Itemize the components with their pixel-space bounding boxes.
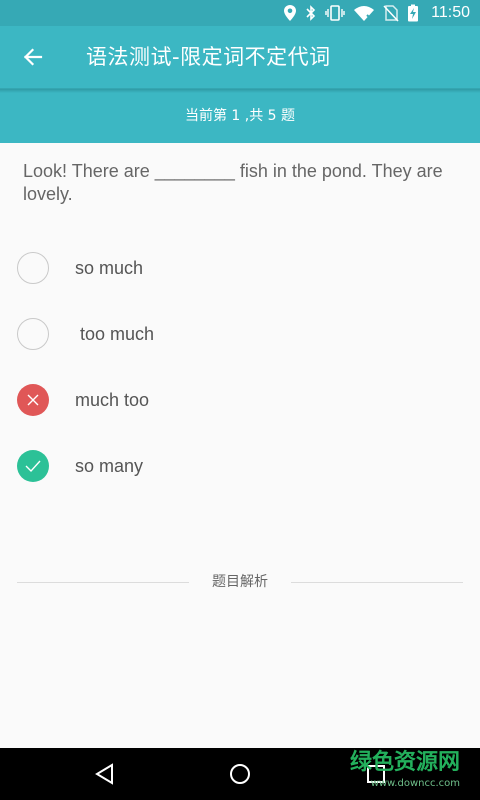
wrong-answer-icon[interactable] bbox=[17, 384, 49, 416]
option-2[interactable]: too much bbox=[17, 314, 463, 354]
no-sim-icon bbox=[383, 5, 399, 22]
back-button[interactable] bbox=[14, 38, 52, 76]
watermark-logo: 绿色资源网 www.downcc.com bbox=[350, 748, 460, 800]
progress-bar: 当前第 1 ,共 5 题 bbox=[0, 88, 480, 143]
bluetooth-icon bbox=[306, 5, 316, 21]
option-label: so much bbox=[75, 257, 144, 278]
navigation-bar: 绿色资源网 www.downcc.com bbox=[0, 748, 480, 800]
app-bar: 语法测试-限定词不定代词 bbox=[0, 26, 480, 88]
status-time: 11:50 bbox=[431, 4, 470, 21]
page-title: 语法测试-限定词不定代词 bbox=[86, 45, 331, 69]
question-text: Look! There are ________ fish in the pon… bbox=[23, 161, 443, 204]
vibrate-icon bbox=[325, 5, 345, 21]
arrow-left-icon bbox=[23, 48, 43, 66]
location-icon bbox=[284, 5, 297, 21]
divider-right bbox=[291, 582, 463, 583]
status-bar: 11:50 bbox=[0, 0, 480, 26]
checkmark-icon bbox=[25, 460, 41, 473]
option-3[interactable]: much too bbox=[17, 380, 463, 420]
battery-charging-icon bbox=[408, 4, 419, 22]
option-1[interactable]: so much bbox=[17, 248, 463, 288]
progress-text: 当前第 1 ,共 5 题 bbox=[184, 108, 296, 124]
nav-back-icon[interactable] bbox=[93, 762, 117, 786]
cross-icon bbox=[27, 394, 39, 406]
status-icons: 11:50 bbox=[283, 0, 470, 26]
option-label: much too bbox=[75, 389, 150, 410]
option-4[interactable]: so many bbox=[17, 446, 463, 486]
option-label: too much bbox=[75, 323, 155, 344]
radio-empty-icon[interactable] bbox=[17, 318, 49, 350]
radio-empty-icon[interactable] bbox=[17, 252, 49, 284]
correct-answer-icon[interactable] bbox=[17, 450, 49, 482]
watermark-url: www.downcc.com bbox=[370, 778, 460, 789]
option-label: so many bbox=[75, 455, 144, 476]
watermark-text: 绿色资源网 bbox=[349, 750, 460, 775]
wifi-icon bbox=[354, 6, 375, 21]
nav-home-icon[interactable] bbox=[228, 762, 252, 786]
